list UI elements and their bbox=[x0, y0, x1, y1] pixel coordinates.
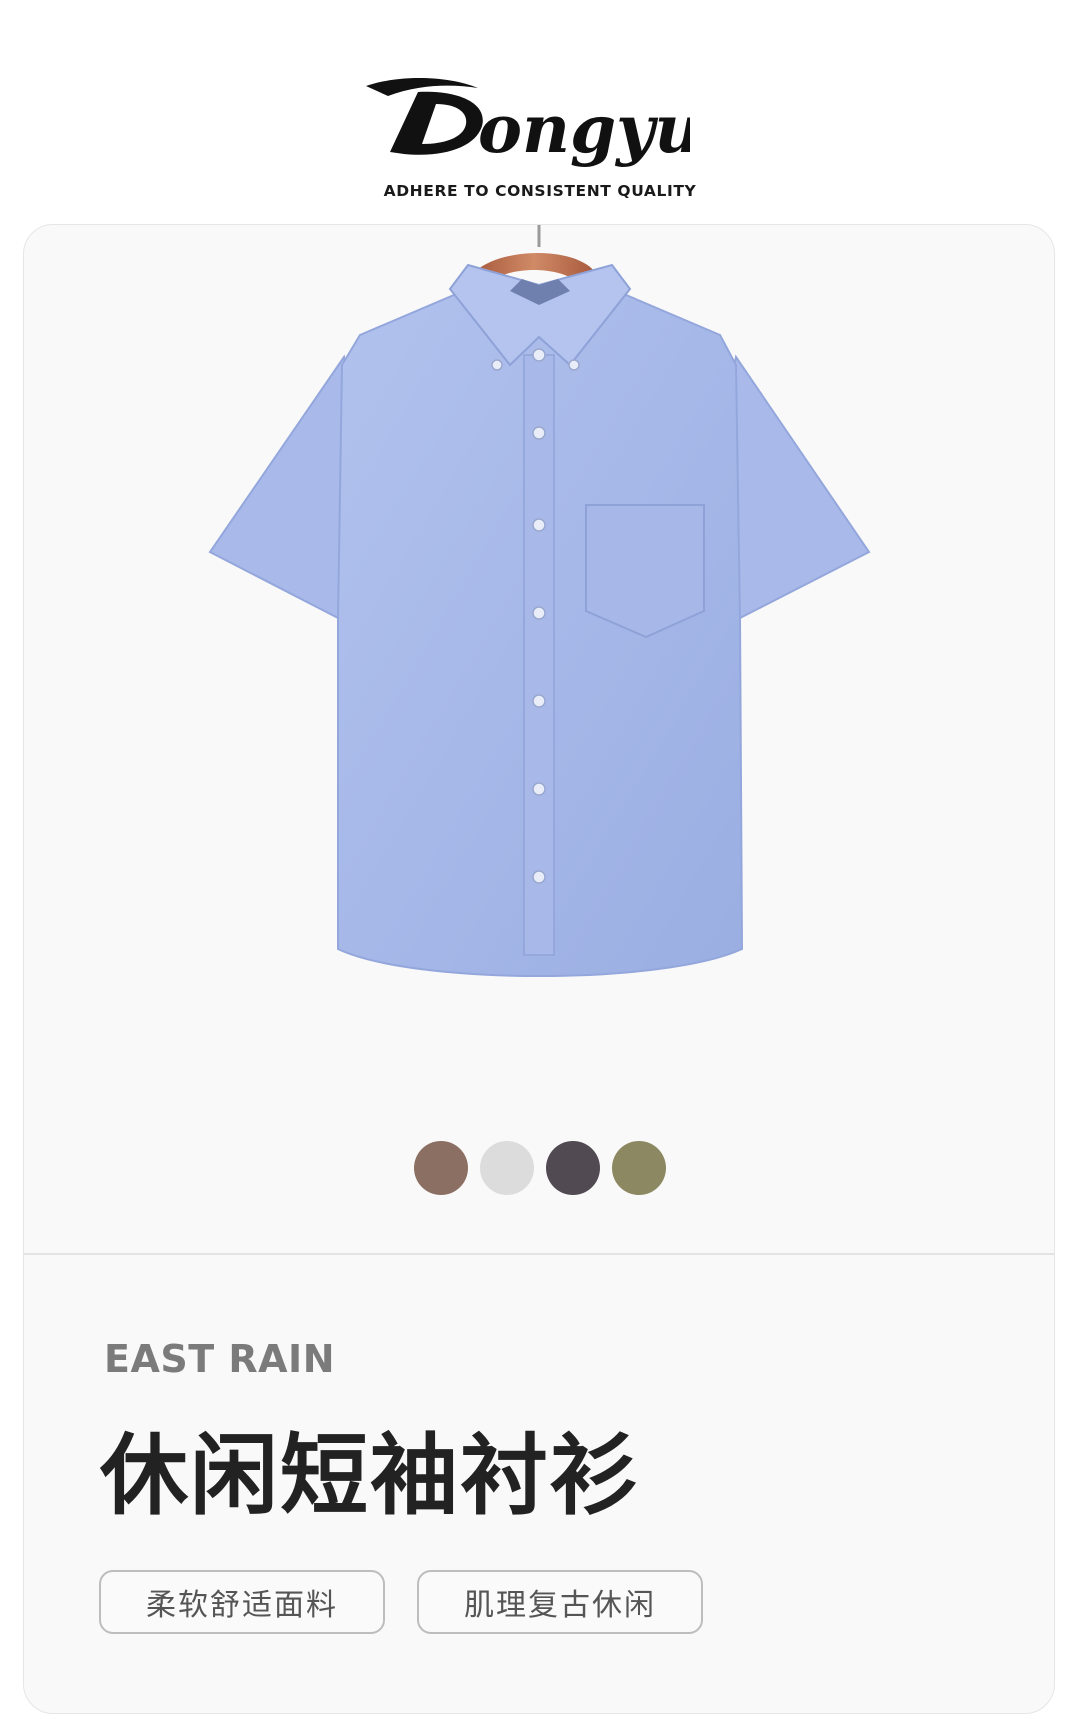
brand-logo: ongyu bbox=[366, 77, 690, 168]
feature-tags: 柔软舒适面料 肌理复古休闲 bbox=[99, 1570, 703, 1634]
feature-tag-texture: 肌理复古休闲 bbox=[417, 1570, 703, 1634]
color-swatches bbox=[24, 1141, 1054, 1201]
color-swatch-dark-purple[interactable] bbox=[546, 1141, 600, 1195]
card-divider bbox=[24, 1253, 1054, 1255]
color-swatch-olive[interactable] bbox=[612, 1141, 666, 1195]
brand-logo-text: ongyu bbox=[478, 90, 690, 168]
product-title: 休闲短袖衬衫 bbox=[100, 1424, 641, 1527]
shirt-image bbox=[208, 225, 871, 977]
color-swatch-brown[interactable] bbox=[414, 1141, 468, 1195]
product-subtitle: EAST RAIN bbox=[104, 1337, 335, 1381]
product-card: EAST RAIN 休闲短袖衬衫 柔软舒适面料 肌理复古休闲 bbox=[23, 224, 1055, 1714]
color-swatch-light-gray[interactable] bbox=[480, 1141, 534, 1195]
brand-header: ongyu ADHERE TO CONSISTENT QUALITY bbox=[0, 60, 1080, 210]
feature-tag-fabric: 柔软舒适面料 bbox=[99, 1570, 385, 1634]
brand-tagline: ADHERE TO CONSISTENT QUALITY bbox=[383, 182, 697, 200]
